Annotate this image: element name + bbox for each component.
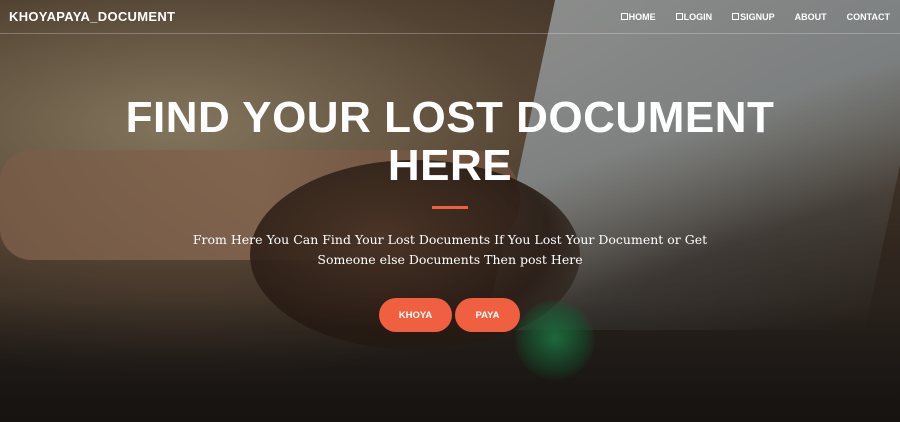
nav-signup-label: SIGNUP [740,11,775,22]
hero-subtitle-line1: From Here You Can Find Your Lost Documen… [192,232,708,247]
nav-home-link[interactable]: HOME [620,11,656,22]
nav-contact-label: CONTACT [846,11,890,22]
nav-menu: HOME LOGIN SIGNUP ABOUT CONTACT [601,12,890,22]
background-overlay [0,0,900,422]
nav-contact-link[interactable]: CONTACT [847,12,890,22]
title-divider [432,206,468,209]
brand-logo-link[interactable]: KHOYAPAYA_DOCUMENT [9,9,175,24]
nav-about-label: ABOUT [794,11,827,22]
nav-home-label: HOME [628,11,656,22]
nav-login-label: LOGIN [683,11,713,22]
navbar: KHOYAPAYA_DOCUMENT HOME LOGIN SIGNUP ABO… [0,0,900,34]
hero-title: FIND YOUR LOST DOCUMENT HERE [125,93,775,190]
hero-background [0,0,900,422]
hero-subtitle: From Here You Can Find Your Lost Documen… [180,230,720,270]
nav-signup-link[interactable]: SIGNUP [732,12,775,22]
khoya-button[interactable]: KHOYA [379,298,452,332]
signup-icon [732,13,740,20]
hero-subtitle-line2: Someone else Documents Then post Here [317,252,583,267]
paya-button[interactable]: PAYA [455,298,520,332]
login-icon [675,13,683,20]
nav-login-link[interactable]: LOGIN [675,11,713,22]
home-icon [620,13,628,20]
nav-about-link[interactable]: ABOUT [795,12,827,22]
